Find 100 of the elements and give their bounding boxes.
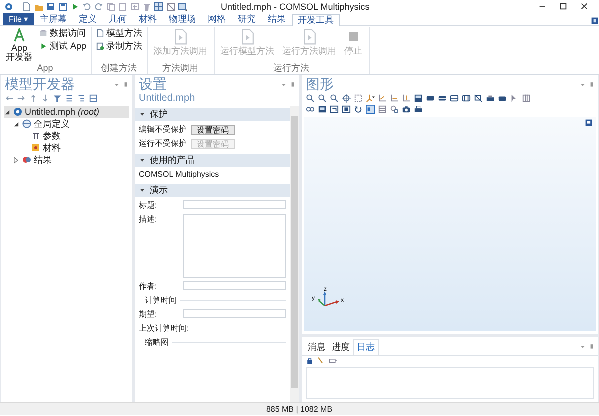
filter-icon[interactable] [53, 94, 62, 103]
ribbon-tab[interactable]: 物理场 [163, 13, 202, 25]
solid-view-icon[interactable] [414, 94, 423, 103]
pin-icon[interactable] [589, 344, 595, 350]
log-tab[interactable]: 进度 [329, 340, 353, 354]
tray-icon[interactable] [498, 94, 507, 103]
record-icon[interactable] [96, 42, 105, 51]
window-settings-icon[interactable] [178, 2, 188, 12]
box-icon[interactable] [450, 94, 459, 103]
set-password-button[interactable]: 设置密码 [191, 124, 235, 134]
list-icon[interactable] [65, 94, 74, 103]
crossed-square-icon[interactable] [166, 2, 176, 12]
dashed-square-icon[interactable] [354, 94, 363, 103]
log-tab[interactable]: 日志 [353, 339, 379, 355]
copy-icon[interactable] [106, 2, 116, 12]
box-icon[interactable] [438, 94, 447, 103]
run-icon[interactable] [70, 2, 80, 12]
brush-icon[interactable] [317, 357, 325, 365]
ribbon-tab[interactable]: 几何 [103, 13, 134, 25]
tree-item[interactable]: 材料 [22, 142, 129, 154]
axis-icon[interactable] [390, 94, 399, 103]
section-header[interactable]: 使用的产品 [135, 154, 290, 167]
input-field[interactable] [183, 200, 286, 209]
tray-icon[interactable] [486, 94, 495, 103]
toggle-icon[interactable] [13, 156, 20, 164]
axes-dropdown-icon[interactable] [366, 94, 375, 103]
input-field[interactable] [183, 281, 286, 290]
panel-icon[interactable] [366, 105, 375, 114]
file-menu-tab[interactable]: File ▾ [3, 13, 34, 25]
table-icon[interactable] [378, 105, 387, 114]
box-icon[interactable] [426, 94, 435, 103]
database-icon[interactable] [39, 29, 48, 38]
keyboard-icon[interactable] [328, 357, 338, 365]
box-icon[interactable] [462, 94, 471, 103]
section-header[interactable]: 保护 [135, 108, 290, 121]
ribbon-tab[interactable]: 网格 [202, 13, 232, 25]
trash-icon[interactable] [142, 2, 152, 12]
undo-icon[interactable] [82, 2, 92, 12]
camera-icon[interactable] [402, 105, 411, 114]
ribbon-button[interactable]: 数据访问 [39, 28, 87, 39]
ribbon-tab[interactable]: 开发工具 [292, 14, 340, 26]
list-icon[interactable] [77, 94, 86, 103]
dropdown-icon[interactable] [281, 82, 287, 88]
pin-icon[interactable] [123, 82, 129, 88]
save-as-icon[interactable] [58, 2, 68, 12]
ribbon-button[interactable]: App 开发器 [4, 27, 35, 63]
app-icon[interactable] [4, 2, 14, 12]
pin-icon[interactable] [290, 82, 296, 88]
rotate-icon[interactable] [354, 105, 363, 114]
axis-icon[interactable] [402, 94, 411, 103]
paste-icon[interactable] [118, 2, 128, 12]
scrollbar[interactable] [290, 106, 299, 402]
maximize-icon[interactable] [559, 2, 568, 11]
tree-item[interactable]: 全局定义 [13, 118, 129, 130]
printer-icon[interactable] [414, 105, 423, 114]
ribbon-button[interactable]: 测试 App [39, 41, 87, 52]
ribbon-tab[interactable]: 主屏幕 [34, 13, 74, 25]
ribbon-button[interactable]: 模型方法 [96, 28, 143, 39]
a-shape-icon[interactable] [12, 28, 27, 43]
input-field[interactable] [183, 309, 286, 318]
help-icon[interactable] [591, 17, 599, 25]
dropdown-icon[interactable] [580, 344, 586, 350]
tree-item[interactable]: 参数 [22, 130, 129, 142]
ribbon-tab[interactable]: 定义 [73, 13, 104, 25]
magnifier-icon[interactable] [330, 94, 339, 103]
dropdown-icon[interactable] [580, 82, 586, 88]
ribbon-tab[interactable]: 结果 [262, 13, 292, 25]
section-header[interactable]: 演示 [135, 184, 290, 197]
tree-item[interactable]: Untitled.mph (root) [4, 106, 129, 118]
duplicate-icon[interactable] [130, 2, 140, 12]
redo-icon[interactable] [94, 2, 104, 12]
monitor-icon[interactable] [318, 105, 327, 114]
monitor-icon[interactable] [330, 105, 339, 114]
axis-icon[interactable] [378, 94, 387, 103]
ribbon-button[interactable]: 录制方法 [96, 41, 143, 52]
back-arrow-icon[interactable] [5, 94, 14, 103]
forward-arrow-icon[interactable] [17, 94, 26, 103]
magnifier-icon[interactable] [306, 94, 315, 103]
pin-icon[interactable] [589, 82, 595, 88]
dropdown-icon[interactable] [114, 82, 120, 88]
square-grid-icon[interactable] [154, 2, 164, 12]
log-tab[interactable]: 消息 [305, 340, 329, 354]
grid-icon[interactable] [89, 94, 98, 103]
grid-icon[interactable] [522, 94, 531, 103]
up-arrow-icon[interactable] [29, 94, 38, 103]
play-icon[interactable] [39, 42, 48, 51]
document-icon[interactable] [96, 29, 105, 38]
save-icon[interactable] [46, 2, 56, 12]
lock-icon[interactable] [306, 357, 314, 365]
down-arrow-icon[interactable] [41, 94, 50, 103]
ribbon-tab[interactable]: 研究 [232, 13, 262, 25]
link-icon[interactable] [306, 105, 315, 114]
crosshair-icon[interactable] [342, 94, 351, 103]
window-icon[interactable] [585, 119, 593, 127]
ribbon-tab[interactable]: 材料 [133, 13, 164, 25]
crossed-box-icon[interactable] [474, 94, 483, 103]
close-icon[interactable] [580, 2, 589, 11]
tree-item[interactable]: 结果 [13, 154, 129, 166]
monitor-icon[interactable] [342, 105, 351, 114]
cursor-icon[interactable] [510, 94, 519, 103]
